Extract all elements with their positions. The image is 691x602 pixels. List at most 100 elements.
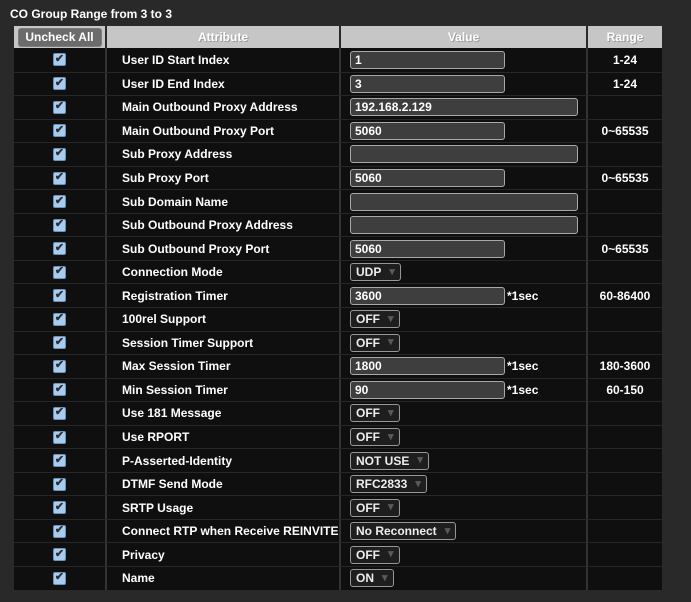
value-select[interactable]: RFC2833▾	[350, 475, 427, 493]
attribute-cell: SRTP Usage	[107, 496, 341, 519]
attribute-label: Sub Outbound Proxy Address	[122, 218, 293, 232]
header-cell-checkbox: Uncheck All	[14, 26, 107, 48]
row-checkbox[interactable]: ✔	[53, 195, 66, 208]
checkbox-cell: ✔	[14, 73, 107, 96]
table-row: ✔ Sub Outbound Proxy Port 0~65535	[14, 236, 662, 260]
chevron-down-icon: ▾	[388, 408, 394, 419]
value-select[interactable]: OFF▾	[350, 546, 400, 564]
attribute-label: Connection Mode	[122, 265, 223, 279]
range-column-header: Range	[588, 26, 662, 48]
attribute-label: Sub Proxy Port	[122, 171, 209, 185]
value-input[interactable]	[350, 122, 505, 140]
row-checkbox[interactable]: ✔	[53, 525, 66, 538]
value-input[interactable]	[350, 98, 578, 116]
value-cell: OFF▾	[341, 543, 588, 566]
value-cell	[341, 120, 588, 143]
value-select[interactable]: OFF▾	[350, 404, 400, 422]
value-input[interactable]	[350, 240, 505, 258]
range-cell: 0~65535	[588, 237, 662, 260]
value-cell: ON▾	[341, 567, 588, 590]
page-title: CO Group Range from 3 to 3	[0, 0, 691, 26]
value-input[interactable]	[350, 287, 505, 305]
chevron-down-icon: ▾	[388, 549, 394, 560]
row-checkbox[interactable]: ✔	[53, 360, 66, 373]
value-input[interactable]	[350, 75, 505, 93]
value-input[interactable]	[350, 381, 505, 399]
row-checkbox[interactable]: ✔	[53, 124, 66, 137]
check-icon: ✔	[55, 172, 64, 183]
table-row: ✔ Min Session Timer *1sec 60-150	[14, 378, 662, 402]
row-checkbox[interactable]: ✔	[53, 501, 66, 514]
value-select[interactable]: NOT USE▾	[350, 452, 429, 470]
checkbox-cell: ✔	[14, 284, 107, 307]
row-checkbox[interactable]: ✔	[53, 289, 66, 302]
uncheck-all-button[interactable]: Uncheck All	[18, 28, 102, 47]
value-input[interactable]	[350, 193, 578, 211]
chevron-down-icon: ▾	[388, 432, 394, 443]
value-cell: RFC2833▾	[341, 473, 588, 496]
range-label: 60-150	[606, 383, 643, 397]
check-icon: ✔	[55, 313, 64, 324]
check-icon: ✔	[55, 431, 64, 442]
row-checkbox[interactable]: ✔	[53, 101, 66, 114]
row-checkbox[interactable]: ✔	[53, 572, 66, 585]
value-select[interactable]: No Reconnect▾	[350, 522, 456, 540]
unit-suffix: *1sec	[507, 359, 538, 373]
value-input[interactable]	[350, 51, 505, 69]
value-cell: NOT USE▾	[341, 449, 588, 472]
range-cell: 60-150	[588, 379, 662, 402]
chevron-down-icon: ▾	[388, 337, 394, 348]
check-icon: ✔	[55, 525, 64, 536]
row-checkbox[interactable]: ✔	[53, 548, 66, 561]
value-select[interactable]: OFF▾	[350, 499, 400, 517]
range-cell: 60-86400	[588, 284, 662, 307]
row-checkbox[interactable]: ✔	[53, 336, 66, 349]
table-row: ✔ Sub Proxy Port 0~65535	[14, 166, 662, 190]
value-cell: *1sec	[341, 355, 588, 378]
value-input[interactable]	[350, 145, 578, 163]
checkbox-cell: ✔	[14, 143, 107, 166]
value-select-label: OFF	[356, 312, 380, 326]
value-select[interactable]: UDP▾	[350, 263, 401, 281]
chevron-down-icon: ▾	[415, 479, 421, 490]
check-icon: ✔	[55, 549, 64, 560]
row-checkbox[interactable]: ✔	[53, 407, 66, 420]
table-row: ✔ Registration Timer *1sec 60-86400	[14, 283, 662, 307]
check-icon: ✔	[55, 196, 64, 207]
row-checkbox[interactable]: ✔	[53, 266, 66, 279]
row-checkbox[interactable]: ✔	[53, 242, 66, 255]
row-checkbox[interactable]: ✔	[53, 431, 66, 444]
check-icon: ✔	[55, 78, 64, 89]
row-checkbox[interactable]: ✔	[53, 172, 66, 185]
row-checkbox[interactable]: ✔	[53, 77, 66, 90]
table-row: ✔ Sub Proxy Address	[14, 142, 662, 166]
value-input[interactable]	[350, 169, 505, 187]
row-checkbox[interactable]: ✔	[53, 148, 66, 161]
row-checkbox[interactable]: ✔	[53, 478, 66, 491]
value-cell: No Reconnect▾	[341, 520, 588, 543]
table-row: ✔ 100rel Support OFF▾	[14, 307, 662, 331]
value-select[interactable]: OFF▾	[350, 310, 400, 328]
value-select[interactable]: OFF▾	[350, 428, 400, 446]
check-icon: ✔	[55, 384, 64, 395]
value-select[interactable]: OFF▾	[350, 334, 400, 352]
row-checkbox[interactable]: ✔	[53, 53, 66, 66]
row-checkbox[interactable]: ✔	[53, 313, 66, 326]
checkbox-cell: ✔	[14, 520, 107, 543]
range-cell	[588, 214, 662, 237]
value-select[interactable]: ON▾	[350, 569, 394, 587]
row-checkbox[interactable]: ✔	[53, 219, 66, 232]
table-row: ✔ Name ON▾	[14, 566, 662, 590]
value-input[interactable]	[350, 216, 578, 234]
check-icon: ✔	[55, 455, 64, 466]
checkbox-cell: ✔	[14, 120, 107, 143]
row-checkbox[interactable]: ✔	[53, 383, 66, 396]
attribute-label: User ID End Index	[122, 77, 225, 91]
attribute-cell: Sub Outbound Proxy Port	[107, 237, 341, 260]
row-checkbox[interactable]: ✔	[53, 454, 66, 467]
value-input[interactable]	[350, 357, 505, 375]
value-cell	[341, 214, 588, 237]
attribute-cell: Main Outbound Proxy Port	[107, 120, 341, 143]
value-cell: OFF▾	[341, 426, 588, 449]
attribute-label: Sub Domain Name	[122, 195, 228, 209]
